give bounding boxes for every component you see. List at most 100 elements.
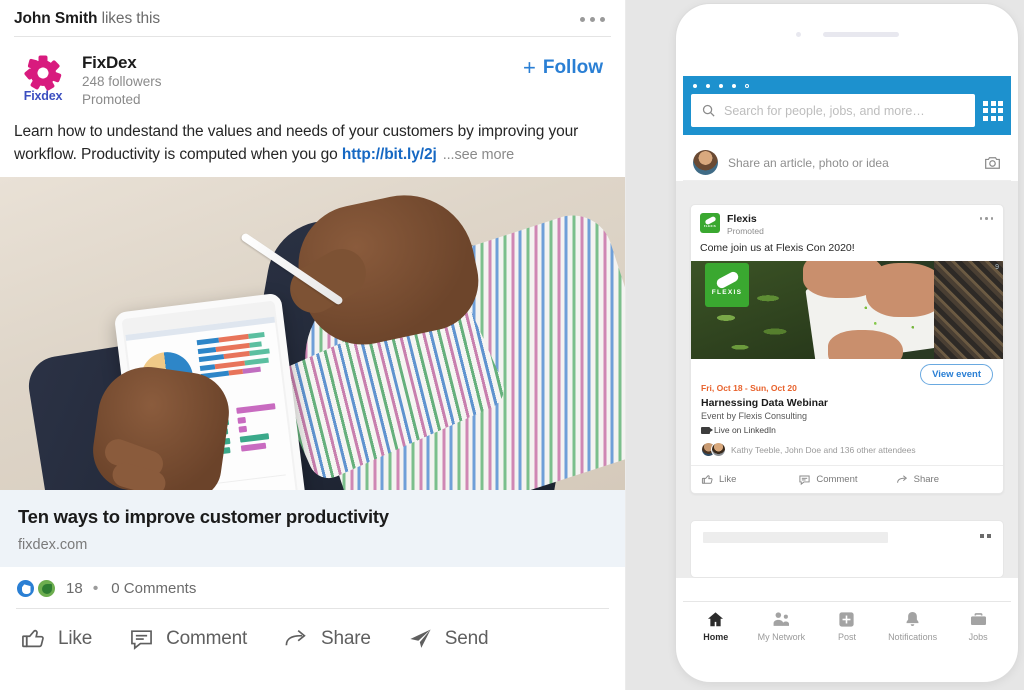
like-button-label: Like (719, 474, 737, 485)
plus-icon: + (522, 55, 536, 80)
home-icon (708, 612, 724, 627)
post-body-text: Learn how to undestand the values and ne… (0, 115, 625, 177)
desktop-post-card: John Smith likes this Fixdex FixDex 248 … (0, 0, 625, 690)
like-reaction-icon (16, 579, 35, 599)
phone-speaker-notch (676, 32, 1018, 37)
share-button[interactable]: Share (896, 473, 993, 486)
follow-button[interactable]: + Follow (523, 57, 603, 79)
flexis-promoted-label: Promoted (727, 226, 764, 236)
comment-count[interactable]: 0 Comments (111, 580, 196, 597)
tab-notifications[interactable]: Notifications (880, 610, 946, 642)
event-organizer: Event by Flexis Consulting (701, 411, 808, 421)
share-box[interactable]: Share an article, photo or idea (683, 145, 1011, 181)
share-button-label: Share (321, 627, 371, 649)
comment-button[interactable]: Comment (798, 473, 895, 486)
app-header: Search for people, jobs, and more… (683, 76, 1011, 135)
like-button[interactable]: Like (701, 473, 798, 486)
placeholder-post-card[interactable] (690, 520, 1004, 578)
tab-home-label: Home (703, 632, 729, 642)
camera-icon[interactable] (984, 155, 1001, 170)
post-image[interactable] (0, 177, 625, 491)
like-button-label: Like (58, 627, 93, 649)
search-row: Search for people, jobs, and more… (683, 94, 1011, 127)
reactions-summary-row: 18 • 0 Comments (0, 567, 625, 608)
event-attendees-row[interactable]: Kathy Teeble, John Doe and 136 other att… (701, 442, 993, 457)
post-author-row: Fixdex FixDex 248 followers Promoted + F… (0, 37, 625, 115)
post-link[interactable]: http://bit.ly/2j (342, 146, 437, 163)
likes-actor-name[interactable]: John Smith (14, 10, 97, 27)
flexis-action-bar: Like Comment Share (691, 465, 1003, 493)
bell-icon (906, 611, 919, 626)
see-more-link[interactable]: ...see more (443, 147, 515, 163)
share-button[interactable]: Share (283, 625, 371, 652)
link-preview-title: Ten ways to improve customer productivit… (18, 506, 389, 528)
send-paper-plane-icon (410, 629, 431, 649)
flexis-author-meta: Flexis Promoted (727, 213, 764, 236)
author-meta: FixDex 248 followers Promoted (82, 51, 162, 109)
likes-context-text: John Smith likes this (14, 10, 160, 28)
tab-jobs[interactable]: Jobs (945, 610, 1011, 642)
view-event-button[interactable]: View event (920, 364, 993, 385)
reaction-count[interactable]: 18 (66, 580, 83, 597)
flexis-event-logo: FLEXIS (705, 263, 749, 307)
event-title[interactable]: Harnessing Data Webinar (701, 397, 993, 409)
search-placeholder: Search for people, jobs, and more… (724, 103, 925, 118)
flexis-event-logo-word: FLEXIS (711, 288, 743, 296)
comment-button-label: Comment (816, 474, 858, 485)
overflow-menu-icon[interactable] (979, 217, 993, 220)
social-context-row: John Smith likes this (0, 0, 625, 36)
tab-my-network-label: My Network (757, 632, 806, 642)
count-separator: • (92, 579, 99, 597)
follow-button-label: Follow (542, 57, 603, 78)
attendee-avatars (701, 442, 726, 457)
bottom-tab-bar: Home My Network Post Notifications Jobs (683, 601, 1011, 650)
share-arrow-icon (896, 475, 907, 483)
avatar[interactable] (693, 150, 718, 175)
event-live-row: Live on LinkedIn (701, 425, 993, 435)
flexis-logo-word: FLEXIS (703, 224, 717, 228)
praise-reaction-icon (37, 579, 56, 599)
people-icon (773, 612, 789, 626)
search-icon (702, 104, 715, 117)
event-live-label: Live on LinkedIn (714, 425, 776, 435)
image-watermark: 9 (995, 264, 999, 271)
comment-bubble-icon (799, 475, 810, 486)
author-followers: 248 followers (82, 74, 162, 89)
post-action-bar: Like Comment Share Send (0, 609, 625, 672)
send-button-label: Send (444, 627, 489, 649)
overflow-menu-icon[interactable] (980, 534, 991, 538)
tab-notifications-label: Notifications (888, 632, 938, 642)
like-button[interactable]: Like (20, 625, 92, 652)
skeleton-text-line (703, 532, 888, 543)
link-preview[interactable]: Ten ways to improve customer productivit… (0, 490, 625, 568)
overflow-menu-icon[interactable] (580, 16, 611, 22)
thumbs-up-icon (701, 475, 713, 484)
flexis-author-name[interactable]: Flexis (727, 213, 764, 225)
comment-bubble-icon (131, 630, 152, 651)
share-box-placeholder: Share an article, photo or idea (728, 155, 889, 170)
link-preview-domain: fixdex.com (18, 537, 88, 554)
send-button[interactable]: Send (407, 625, 489, 652)
app-grid-icon[interactable] (983, 100, 1003, 121)
header-status-dots (683, 81, 1011, 94)
comment-button[interactable]: Comment (128, 625, 247, 652)
tab-home[interactable]: Home (683, 610, 749, 642)
comment-button-label: Comment (166, 627, 248, 649)
avatar[interactable]: Fixdex (14, 51, 72, 109)
phone-mockup: Search for people, jobs, and more… Share… (676, 4, 1018, 682)
flexis-post-text: Come join us at Flexis Con 2020! (700, 242, 855, 254)
screenshot-stage: John Smith likes this Fixdex FixDex 248 … (0, 0, 1024, 690)
tab-jobs-label: Jobs (968, 632, 988, 642)
author-name[interactable]: FixDex (82, 53, 162, 73)
gear-icon (23, 55, 62, 91)
logo-wordmark: Fixdex (23, 88, 63, 103)
briefcase-icon (970, 613, 986, 626)
author-promoted-label: Promoted (82, 92, 141, 108)
search-input[interactable]: Search for people, jobs, and more… (691, 94, 975, 127)
tab-post[interactable]: Post (814, 610, 880, 642)
plus-square-icon (839, 612, 855, 627)
event-attendees-text: Kathy Teeble, John Doe and 136 other att… (731, 444, 916, 455)
tab-my-network[interactable]: My Network (749, 610, 815, 642)
flexis-logo-icon[interactable]: FLEXIS (700, 213, 720, 233)
flexis-author-row: FLEXIS Flexis Promoted (691, 205, 1003, 240)
